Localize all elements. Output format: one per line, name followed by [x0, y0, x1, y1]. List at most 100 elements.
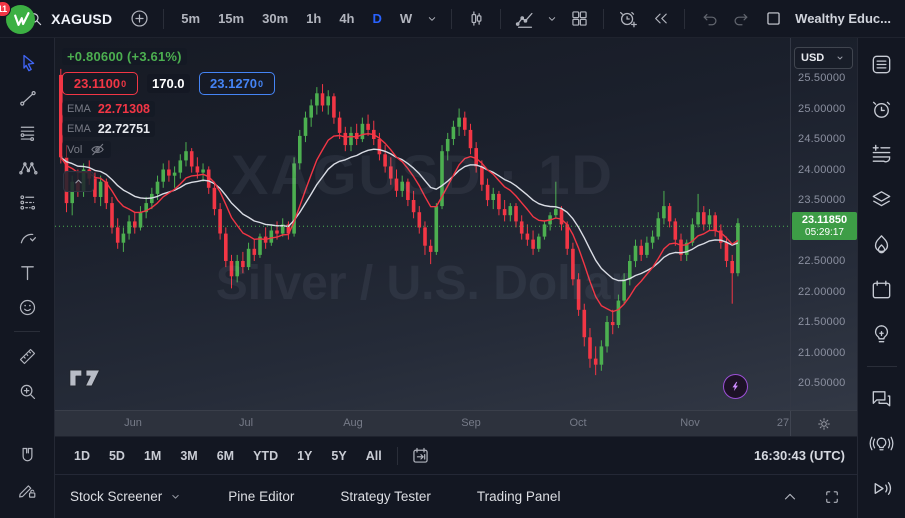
buy-button[interactable]: 23.12700: [199, 72, 275, 95]
utc-clock[interactable]: 16:30:43 (UTC): [754, 448, 845, 463]
text-icon: [17, 262, 38, 283]
calendar-button[interactable]: [866, 276, 898, 303]
range-1y[interactable]: 1Y: [290, 445, 319, 467]
measure-tool-button[interactable]: [12, 345, 42, 367]
tradingview-logo[interactable]: [68, 368, 102, 388]
chart-row: XAGUSD · 1D Silver / U.S. Dollar +0.8060…: [55, 38, 857, 410]
magnet-tool-button[interactable]: [12, 444, 42, 466]
cursor-tool-button[interactable]: [12, 51, 42, 73]
compare-add-button[interactable]: [124, 4, 154, 34]
range-5y[interactable]: 5Y: [324, 445, 353, 467]
sell-button[interactable]: 23.11000: [62, 72, 138, 95]
chats-button[interactable]: [866, 385, 898, 412]
ideas-button[interactable]: [866, 321, 898, 348]
indicators-dropdown-button[interactable]: [542, 4, 562, 34]
create-alert-button[interactable]: [613, 4, 643, 34]
panel-controls: [775, 482, 847, 512]
watchlist-button[interactable]: [866, 51, 898, 78]
currency-selector[interactable]: USD: [794, 47, 853, 69]
symbol-search[interactable]: XAGUSD: [20, 6, 122, 32]
chart-settings-button[interactable]: [812, 412, 836, 436]
chevron-up-icon: [72, 175, 85, 188]
zoom-in-tool-button[interactable]: [12, 380, 42, 402]
range-6m[interactable]: 6M: [210, 445, 241, 467]
time-tick-aug[interactable]: Aug: [343, 411, 363, 436]
time-tick-oct[interactable]: Oct: [569, 411, 586, 436]
trend-line-tool-button[interactable]: [12, 86, 42, 108]
range-5d[interactable]: 5D: [102, 445, 132, 467]
brush-icon: [17, 227, 38, 248]
timeframe-d[interactable]: D: [364, 6, 389, 31]
drawing-lock-button[interactable]: [12, 479, 42, 501]
lightning-button[interactable]: [723, 374, 748, 399]
timeframe-4h[interactable]: 4h: [331, 6, 362, 31]
brush-tool-button[interactable]: [12, 226, 42, 248]
price-tick: 23.50000: [798, 194, 845, 206]
app-logo[interactable]: 11: [6, 3, 8, 35]
fib-lines-icon: [17, 122, 38, 143]
streams-button[interactable]: [866, 430, 898, 457]
tab-strategy-tester[interactable]: Strategy Tester: [340, 489, 431, 504]
undo-button[interactable]: [694, 4, 724, 34]
time-tick-nov[interactable]: Nov: [680, 411, 700, 436]
range-all[interactable]: All: [359, 445, 389, 467]
timeframe-1h[interactable]: 1h: [298, 6, 329, 31]
price-tick: 21.00000: [798, 347, 845, 359]
ema-fast-legend[interactable]: EMA 22.71308: [62, 101, 155, 117]
tab-trading-panel[interactable]: Trading Panel: [477, 489, 561, 504]
forecast-tool-button[interactable]: [12, 191, 42, 213]
time-tick-jul[interactable]: Jul: [239, 411, 253, 436]
notes-button[interactable]: [866, 141, 898, 168]
time-tick-jun[interactable]: Jun: [124, 411, 142, 436]
redo-button[interactable]: [726, 4, 756, 34]
alerts-button[interactable]: [866, 96, 898, 123]
save-layout-control[interactable]: Wealthy Educ...: [758, 5, 897, 32]
object-tree-button[interactable]: [866, 186, 898, 213]
timeframe-5m[interactable]: 5m: [173, 6, 208, 31]
layout-name: Wealthy Educ...: [795, 11, 891, 26]
play-waves-icon: [869, 476, 894, 501]
time-tick-27[interactable]: 27: [777, 411, 789, 436]
fib-retracement-tool-button[interactable]: [12, 121, 42, 143]
timeframe-group: 5m15m30m1h4hDW: [173, 6, 420, 31]
pencil-lock-icon: [16, 479, 38, 501]
range-1m[interactable]: 1M: [137, 445, 168, 467]
quote-row: 23.11000 170.0 23.12700: [62, 72, 275, 95]
layout-grid-button[interactable]: [564, 4, 594, 34]
emoji-icon: [17, 297, 38, 318]
range-toolbar: 1D5D1M3M 6MYTD1Y5Y All 16:30:43 (UTC): [55, 436, 857, 474]
panel-maximize-button[interactable]: [817, 482, 847, 512]
watchlist-icon: [869, 52, 894, 77]
range-separator: [397, 447, 398, 465]
chart-style-button[interactable]: [461, 4, 491, 34]
notifications-playback-button[interactable]: [866, 475, 898, 502]
indicators-button[interactable]: [510, 4, 540, 34]
live-idea-waves-icon: [869, 431, 894, 456]
timeframe-30m[interactable]: 30m: [254, 6, 296, 31]
hotlists-button[interactable]: [866, 231, 898, 258]
range-ytd[interactable]: YTD: [246, 445, 285, 467]
panel-expand-button[interactable]: [775, 482, 805, 512]
time-axis[interactable]: Jun Jul Aug Sep Oct Nov 27: [55, 410, 857, 436]
timeframe-15m[interactable]: 15m: [210, 6, 252, 31]
text-tool-button[interactable]: [12, 261, 42, 283]
chart-canvas-area[interactable]: XAGUSD · 1D Silver / U.S. Dollar +0.8060…: [55, 38, 790, 410]
timeframe-w[interactable]: W: [392, 6, 420, 31]
pattern-tool-button[interactable]: [12, 156, 42, 178]
ema-slow-legend[interactable]: EMA 22.72751: [62, 121, 155, 137]
eye-slash-icon[interactable]: [89, 142, 106, 157]
tab-stock-screener[interactable]: Stock Screener: [70, 489, 182, 504]
price-axis[interactable]: USD 25.5000025.0000024.5000024.0000023.5…: [790, 38, 857, 410]
legend-collapse-button[interactable]: [63, 171, 94, 192]
timeframe-dropdown-button[interactable]: [422, 4, 442, 34]
bar-replay-button[interactable]: [645, 4, 675, 34]
volume-legend[interactable]: Vol: [62, 141, 111, 158]
range-1d[interactable]: 1D: [67, 445, 97, 467]
tab-pine-editor[interactable]: Pine Editor: [228, 489, 294, 504]
emoji-tool-button[interactable]: [12, 296, 42, 318]
plus-circle-icon: [129, 8, 150, 29]
range-3m[interactable]: 3M: [173, 445, 204, 467]
toolbar-separator: [500, 9, 501, 29]
go-to-date-button[interactable]: [406, 441, 436, 471]
time-tick-sep[interactable]: Sep: [461, 411, 481, 436]
